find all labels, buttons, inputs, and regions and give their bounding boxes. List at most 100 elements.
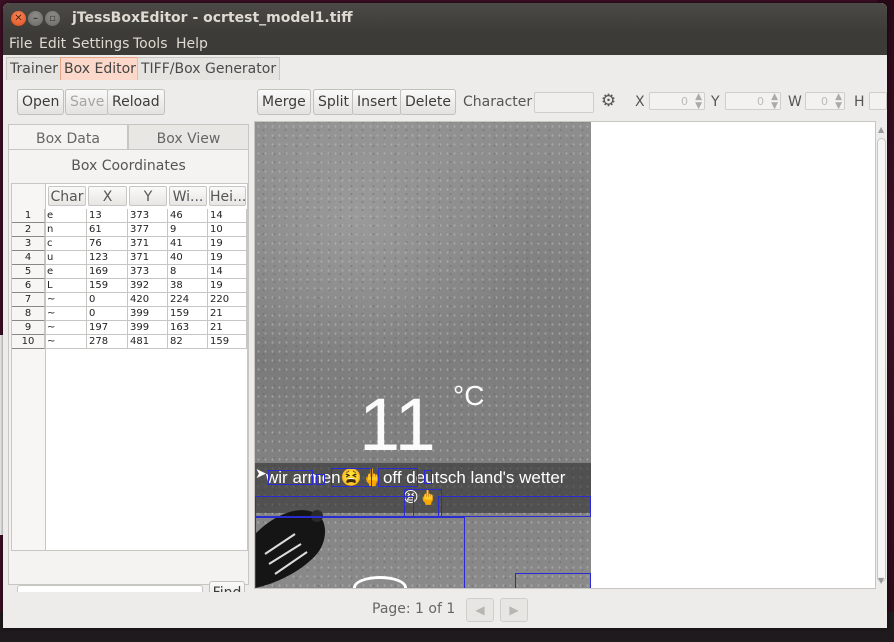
table-row[interactable]: 9 ~197 399 163 21 bbox=[12, 321, 247, 335]
menu-edit[interactable]: Edit bbox=[39, 36, 66, 52]
box-outline-3[interactable] bbox=[331, 468, 372, 487]
scroll-up-icon[interactable]: ▲ bbox=[878, 125, 884, 134]
table-cell[interactable]: 19 bbox=[208, 237, 247, 251]
gear-icon[interactable]: ⚙ bbox=[599, 92, 618, 111]
merge-button[interactable]: Merge bbox=[257, 89, 311, 115]
table-cell[interactable]: ~ bbox=[45, 321, 87, 335]
table-cell[interactable]: 392 bbox=[128, 279, 168, 293]
table-cell[interactable]: 399 bbox=[128, 321, 168, 335]
row-number[interactable]: 4 bbox=[12, 251, 45, 265]
spinner-arrows-icon[interactable]: ▲ ▼ bbox=[835, 93, 842, 111]
box-outline-5[interactable] bbox=[424, 470, 432, 484]
insert-button[interactable]: Insert bbox=[352, 89, 403, 115]
minimize-button[interactable]: – bbox=[28, 11, 43, 26]
menu-settings[interactable]: Settings bbox=[72, 36, 129, 52]
scroll-down-icon[interactable]: ▼ bbox=[878, 576, 884, 585]
table-cell[interactable]: 0 bbox=[87, 293, 128, 307]
table-cell[interactable]: 40 bbox=[168, 251, 208, 265]
menu-file[interactable]: File bbox=[9, 36, 32, 52]
maximize-button[interactable]: ▫ bbox=[45, 11, 60, 26]
box-outline-8[interactable] bbox=[255, 496, 414, 517]
table-cell[interactable]: L bbox=[45, 279, 87, 293]
image-canvas[interactable]: 11 °C wir armen😫🖕off deutsch land's wett… bbox=[254, 121, 876, 589]
box-outline-6[interactable] bbox=[404, 489, 442, 517]
table-cell[interactable]: ~ bbox=[45, 307, 87, 321]
table-row[interactable]: 6 L 159 392 38 19 bbox=[12, 279, 247, 293]
column-header-x[interactable]: X bbox=[88, 186, 127, 206]
column-header-y[interactable]: Y bbox=[129, 186, 167, 206]
table-row[interactable]: 8 ~0 399 159 21 bbox=[12, 307, 247, 321]
table-cell[interactable]: 38 bbox=[168, 279, 208, 293]
next-page-button[interactable]: ▶ bbox=[500, 598, 528, 622]
close-button[interactable]: ✕ bbox=[11, 11, 26, 26]
table-cell[interactable]: 14 bbox=[208, 265, 247, 279]
table-cell[interactable]: 197 bbox=[87, 321, 128, 335]
row-number[interactable]: 9 bbox=[12, 321, 45, 335]
box-outline-7[interactable] bbox=[255, 517, 465, 588]
table-cell[interactable]: 373 bbox=[128, 209, 168, 223]
tab-box-view[interactable]: Box View bbox=[128, 124, 249, 152]
split-button[interactable]: Split bbox=[313, 89, 355, 115]
box-outline-4[interactable] bbox=[378, 468, 418, 487]
table-cell[interactable]: 159 bbox=[87, 279, 128, 293]
table-cell[interactable]: 123 bbox=[87, 251, 128, 265]
box-outline-10[interactable] bbox=[515, 573, 591, 588]
row-number[interactable]: 7 bbox=[12, 293, 45, 307]
table-cell[interactable]: 224 bbox=[168, 293, 208, 307]
box-outline-9[interactable] bbox=[438, 496, 591, 517]
table-cell[interactable]: 46 bbox=[168, 209, 208, 223]
table-cell[interactable]: 21 bbox=[208, 307, 247, 321]
open-button[interactable]: Open bbox=[17, 89, 65, 115]
table-row[interactable]: 2 n 61 377 9 10 bbox=[12, 223, 247, 237]
spinner-arrows-icon[interactable]: ▲ ▼ bbox=[695, 93, 702, 111]
table-cell[interactable]: 10 bbox=[208, 223, 247, 237]
box-outline-2[interactable] bbox=[316, 474, 325, 485]
x-spinner[interactable]: 0 ▲ ▼ bbox=[649, 92, 705, 111]
delete-button[interactable]: Delete bbox=[400, 89, 456, 115]
table-cell[interactable]: 377 bbox=[128, 223, 168, 237]
menu-tools[interactable]: Tools bbox=[133, 36, 168, 52]
table-cell[interactable]: 481 bbox=[128, 335, 168, 349]
previous-page-button[interactable]: ◀ bbox=[466, 598, 494, 622]
row-number[interactable]: 10 bbox=[12, 335, 45, 349]
table-cell[interactable]: 21 bbox=[208, 321, 247, 335]
table-cell[interactable]: 163 bbox=[168, 321, 208, 335]
table-row[interactable]: 1 e 13 373 46 14 bbox=[12, 209, 247, 223]
y-spinner[interactable]: 0 ▲ ▼ bbox=[725, 92, 781, 111]
column-header-height[interactable]: Hei... bbox=[209, 186, 246, 206]
spinner-arrows-icon[interactable]: ▲ ▼ bbox=[771, 93, 778, 111]
tab-trainer[interactable]: Trainer bbox=[6, 57, 62, 80]
table-cell[interactable]: e bbox=[45, 265, 87, 279]
tab-tiff-box-generator[interactable]: TIFF/Box Generator bbox=[137, 57, 281, 80]
character-field[interactable] bbox=[534, 92, 594, 113]
table-cell[interactable]: 9 bbox=[168, 223, 208, 237]
save-button[interactable]: Save bbox=[65, 89, 110, 115]
table-cell[interactable]: 373 bbox=[128, 265, 168, 279]
table-cell[interactable]: c bbox=[45, 237, 87, 251]
table-row[interactable]: 10 ~278 481 82 159 bbox=[12, 335, 247, 349]
table-cell[interactable]: ~ bbox=[45, 335, 87, 349]
menu-help[interactable]: Help bbox=[176, 36, 208, 52]
table-cell[interactable]: 220 bbox=[208, 293, 247, 307]
table-cell[interactable]: 19 bbox=[208, 251, 247, 265]
table-cell[interactable]: 371 bbox=[128, 251, 168, 265]
table-cell[interactable]: 159 bbox=[168, 307, 208, 321]
reload-button[interactable]: Reload bbox=[107, 89, 165, 115]
table-cell[interactable]: n bbox=[45, 223, 87, 237]
table-cell[interactable]: 420 bbox=[128, 293, 168, 307]
row-number[interactable]: 6 bbox=[12, 279, 45, 293]
table-row[interactable]: 5 e 169 373 8 14 bbox=[12, 265, 247, 279]
table-cell[interactable]: e bbox=[45, 209, 87, 223]
table-row[interactable]: 4 u 123 371 40 19 bbox=[12, 251, 247, 265]
vertical-scrollbar[interactable]: ▲ ▼ bbox=[876, 124, 887, 587]
h-spinner[interactable] bbox=[869, 92, 887, 110]
table-cell[interactable]: 41 bbox=[168, 237, 208, 251]
table-row[interactable]: 7 ~0 420 224 220 bbox=[12, 293, 247, 307]
table-cell[interactable]: 8 bbox=[168, 265, 208, 279]
box-outline-1[interactable] bbox=[268, 470, 313, 485]
table-row[interactable]: 3 c 76 371 41 19 bbox=[12, 237, 247, 251]
table-cell[interactable]: 76 bbox=[87, 237, 128, 251]
table-cell[interactable]: 0 bbox=[87, 307, 128, 321]
row-number[interactable]: 3 bbox=[12, 237, 45, 251]
column-header-width[interactable]: Wi... bbox=[169, 186, 207, 206]
